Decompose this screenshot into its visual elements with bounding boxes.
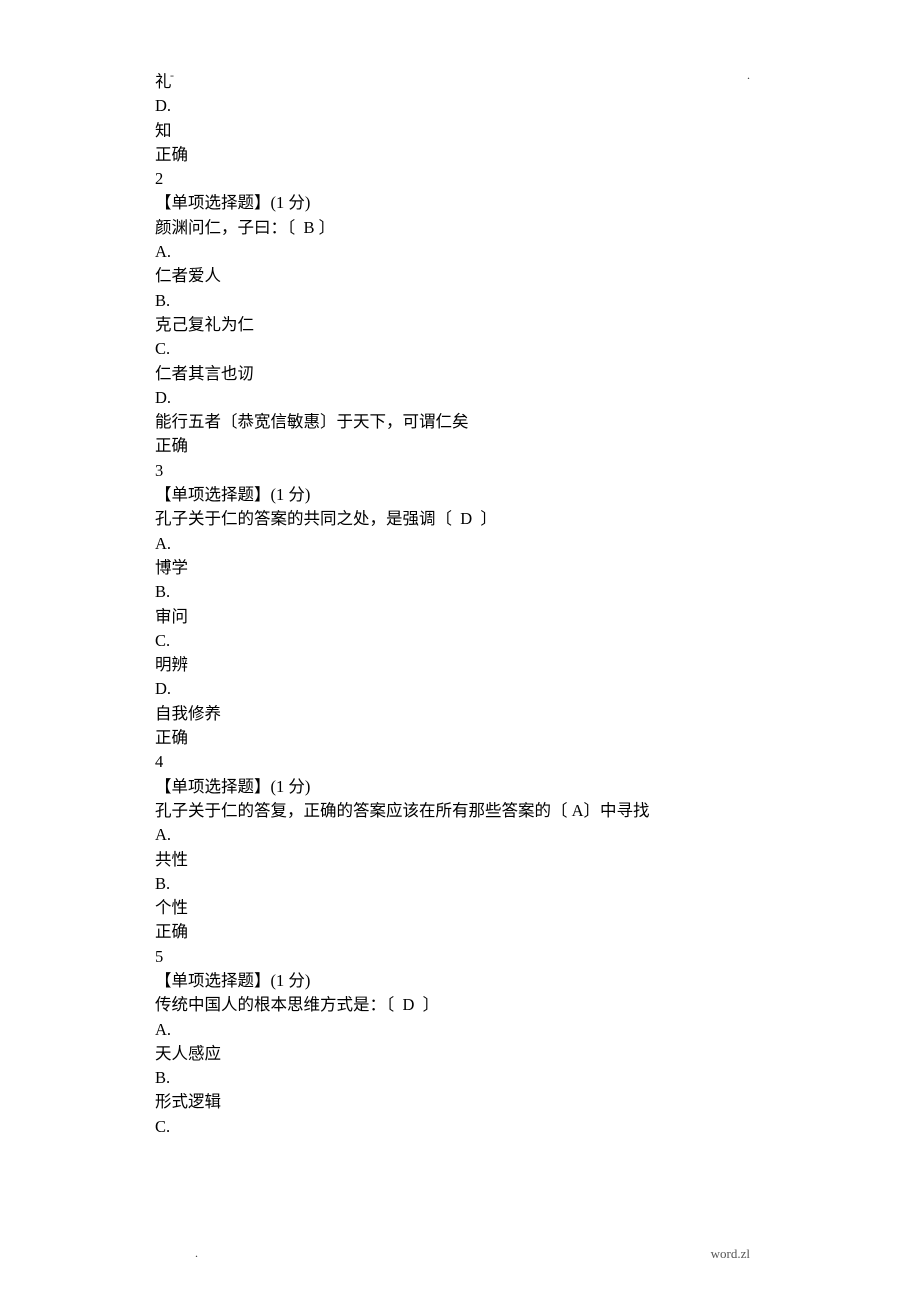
q2-option-b-text: 克己复礼为仁 bbox=[155, 313, 765, 337]
q2-option-d-label: D. bbox=[155, 386, 765, 410]
header-left-mark: - bbox=[170, 68, 174, 83]
q2-option-c-label: C. bbox=[155, 337, 765, 361]
q3-option-a-label: A. bbox=[155, 532, 765, 556]
q2-type-label: 【单项选择题】(1 分) bbox=[155, 191, 765, 215]
q3-stem-prefix: 孔子关于仁的答案的共同之处，是强调〔 bbox=[155, 509, 452, 528]
q3-result: 正确 bbox=[155, 726, 765, 750]
q4-option-b-label: B. bbox=[155, 872, 765, 896]
header-right-mark: . bbox=[747, 68, 750, 83]
q2-stem: 颜渊问仁，子曰：〔 B 〕 bbox=[155, 216, 765, 240]
document-body: 礼 D. 知 正确 2 【单项选择题】(1 分) 颜渊问仁，子曰：〔 B 〕 A… bbox=[0, 0, 920, 1139]
partial-option-d-label: D. bbox=[155, 94, 765, 118]
q2-number: 2 bbox=[155, 167, 765, 191]
q2-option-a-text: 仁者爱人 bbox=[155, 264, 765, 288]
q3-stem: 孔子关于仁的答案的共同之处，是强调〔 D 〕 bbox=[155, 507, 765, 531]
q4-option-b-text: 个性 bbox=[155, 896, 765, 920]
q3-option-c-label: C. bbox=[155, 629, 765, 653]
q3-option-d-text: 自我修养 bbox=[155, 702, 765, 726]
q3-option-a-text: 博学 bbox=[155, 556, 765, 580]
q4-type-label: 【单项选择题】(1 分) bbox=[155, 775, 765, 799]
q3-number: 3 bbox=[155, 459, 765, 483]
q5-option-b-label: B. bbox=[155, 1066, 765, 1090]
q5-answer: D bbox=[403, 995, 415, 1014]
q3-option-b-text: 审问 bbox=[155, 605, 765, 629]
q2-stem-prefix: 颜渊问仁，子曰：〔 bbox=[155, 218, 295, 237]
partial-option-c-text: 礼 bbox=[155, 70, 765, 94]
q2-option-a-label: A. bbox=[155, 240, 765, 264]
q5-option-a-label: A. bbox=[155, 1018, 765, 1042]
q5-type-label: 【单项选择题】(1 分) bbox=[155, 969, 765, 993]
footer-left-mark: . bbox=[195, 1246, 198, 1261]
q5-option-c-label: C. bbox=[155, 1115, 765, 1139]
q4-stem-prefix: 孔子关于仁的答复，正确的答案应该在所有那些答案的〔 bbox=[155, 801, 568, 820]
q4-stem: 孔子关于仁的答复，正确的答案应该在所有那些答案的〔 A〕中寻找 bbox=[155, 799, 765, 823]
q5-option-b-text: 形式逻辑 bbox=[155, 1090, 765, 1114]
q2-option-c-text: 仁者其言也讱 bbox=[155, 362, 765, 386]
q4-result: 正确 bbox=[155, 920, 765, 944]
q2-answer: B bbox=[304, 218, 315, 237]
partial-option-d-text: 知 bbox=[155, 119, 765, 143]
q5-stem: 传统中国人的根本思维方式是：〔 D 〕 bbox=[155, 993, 765, 1017]
q5-number: 5 bbox=[155, 945, 765, 969]
q4-option-a-label: A. bbox=[155, 823, 765, 847]
q2-stem-suffix: 〕 bbox=[319, 218, 336, 237]
footer-right-text: word.zl bbox=[711, 1246, 750, 1262]
partial-result: 正确 bbox=[155, 143, 765, 167]
q2-option-d-text: 能行五者〔恭宽信敏惠〕于天下，可谓仁矣 bbox=[155, 410, 765, 434]
q3-option-b-label: B. bbox=[155, 580, 765, 604]
q3-type-label: 【单项选择题】(1 分) bbox=[155, 483, 765, 507]
q4-stem-suffix: 〕中寻找 bbox=[584, 801, 650, 820]
q3-option-c-text: 明辨 bbox=[155, 653, 765, 677]
q2-option-b-label: B. bbox=[155, 289, 765, 313]
q5-stem-suffix: 〕 bbox=[423, 995, 440, 1014]
q4-option-a-text: 共性 bbox=[155, 848, 765, 872]
q5-option-a-text: 天人感应 bbox=[155, 1042, 765, 1066]
q5-stem-prefix: 传统中国人的根本思维方式是：〔 bbox=[155, 995, 394, 1014]
q2-result: 正确 bbox=[155, 434, 765, 458]
q3-answer: D bbox=[460, 509, 472, 528]
q3-stem-suffix: 〕 bbox=[480, 509, 497, 528]
q3-option-d-label: D. bbox=[155, 677, 765, 701]
q4-number: 4 bbox=[155, 750, 765, 774]
q4-answer: A bbox=[572, 801, 584, 820]
